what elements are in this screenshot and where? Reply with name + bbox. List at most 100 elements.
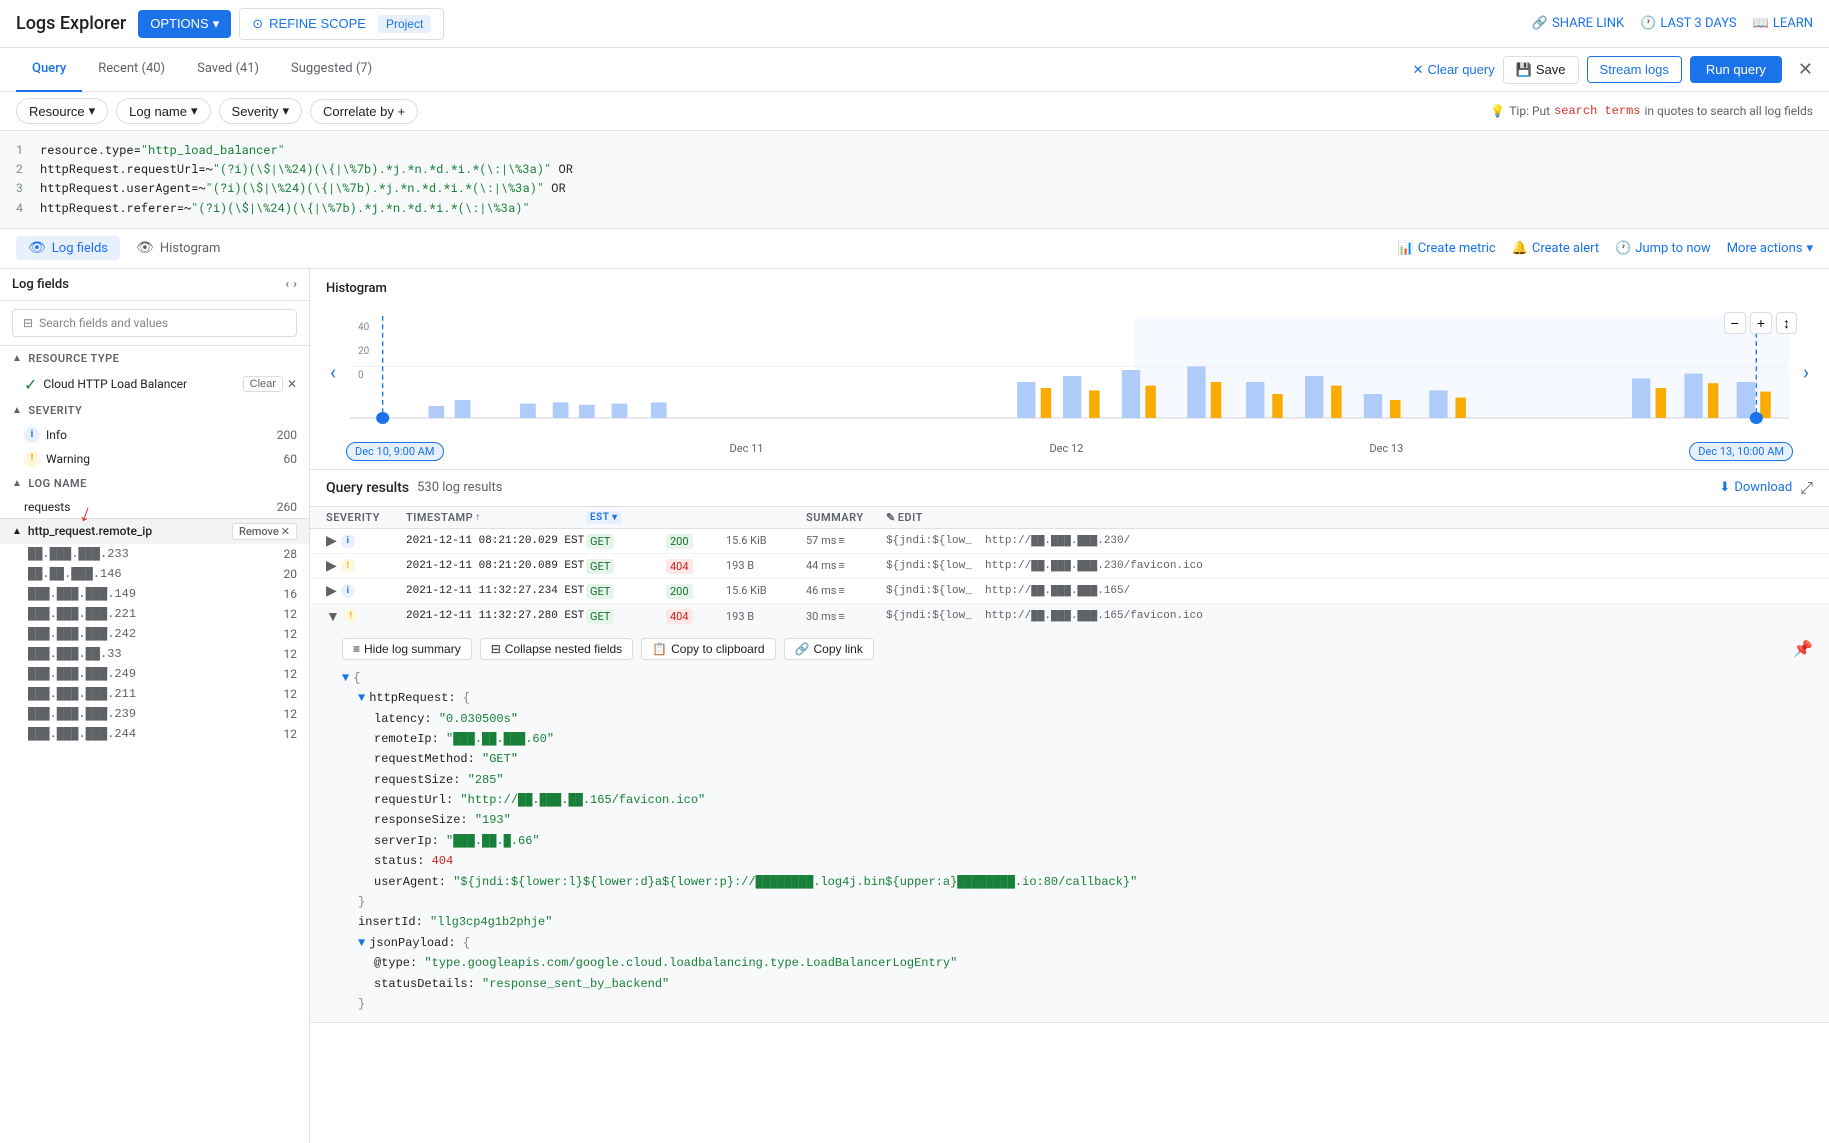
ip-list-item[interactable]: ███.███.███.24212 <box>0 624 309 644</box>
date-dec13: Dec 13 <box>1369 442 1403 461</box>
table-row[interactable]: ▶ ! 2021-12-11 08:21:20.089 EST GET 404 … <box>310 554 1829 579</box>
log-name-requests[interactable]: requests 260 <box>0 496 309 518</box>
ip-list-item[interactable]: ██.██.███.14620 <box>0 564 309 584</box>
resource-filter[interactable]: Resource ▾ <box>16 98 108 124</box>
ip-count: 12 <box>284 667 298 681</box>
copy-clipboard-button[interactable]: 📋 Copy to clipboard <box>641 638 775 660</box>
row-latency: 30 ms ≡ <box>806 610 886 623</box>
histogram-next-button[interactable]: › <box>1803 360 1809 384</box>
last-days-button[interactable]: 🕐 LAST 3 DAYS <box>1640 16 1736 31</box>
expand-row-icon[interactable]: ▶ <box>326 583 337 599</box>
remove-resource-icon[interactable]: ✕ <box>287 377 297 391</box>
share-link-button[interactable]: 🔗 SHARE LINK <box>1532 16 1624 31</box>
info-icon: i <box>24 427 40 443</box>
tab-recent[interactable]: Recent (40) <box>82 48 181 92</box>
nav-right-icon[interactable]: › <box>293 277 297 292</box>
ip-address: ███.███.███.221 <box>28 607 284 621</box>
col-edit[interactable]: ✎ EDIT <box>886 511 1813 524</box>
view-tab-log-fields[interactable]: 👁 Log fields <box>16 236 120 260</box>
resource-item[interactable]: ✓ Cloud HTTP Load Balancer Clear ✕ <box>0 371 309 398</box>
severity-info-item[interactable]: i Info 200 <box>0 423 309 447</box>
run-query-button[interactable]: Run query <box>1690 56 1782 83</box>
histogram-prev-button[interactable]: ‹ <box>330 360 336 384</box>
ip-list-item[interactable]: ██.███.███.23328 <box>0 544 309 564</box>
clear-query-button[interactable]: ✕ Clear query <box>1413 62 1495 78</box>
histogram-zoom: − + ↕ <box>1724 312 1797 334</box>
log-name-filter[interactable]: Log name ▾ <box>116 98 210 124</box>
date-start-badge[interactable]: Dec 10, 9:00 AM <box>346 442 444 461</box>
json-tree: ▼{ ▼httpRequest: { latency: "0.030500s" … <box>342 668 1813 1015</box>
expand-results-icon[interactable]: ⤢ <box>1800 478 1813 498</box>
stream-logs-button[interactable]: Stream logs <box>1587 56 1682 83</box>
options-button[interactable]: OPTIONS ▾ <box>138 10 231 38</box>
zoom-in-button[interactable]: + <box>1750 312 1772 334</box>
create-metric-button[interactable]: 📊 Create metric <box>1398 241 1496 256</box>
expand-row-icon[interactable]: ▶ <box>326 533 337 549</box>
ip-address: ██.██.███.146 <box>28 567 284 581</box>
search-fields-input[interactable]: ⊟ Search fields and values <box>12 309 297 337</box>
close-icon[interactable]: ✕ <box>1798 59 1813 80</box>
ip-list-item[interactable]: ███.███.███.14916 <box>0 584 309 604</box>
col-timestamp[interactable]: TIMESTAMP↑ <box>406 511 586 524</box>
ip-address: ███.███.██.33 <box>28 647 284 661</box>
ip-count: 20 <box>284 567 298 581</box>
zoom-out-button[interactable]: − <box>1724 312 1746 334</box>
query-editor[interactable]: 1resource.type="http_load_balancer" 2htt… <box>0 131 1829 229</box>
refine-icon: ⊙ <box>252 16 263 32</box>
tab-suggested[interactable]: Suggested (7) <box>275 48 388 92</box>
nav-left-icon[interactable]: ‹ <box>285 277 289 292</box>
ip-list-item[interactable]: ███.███.██.3312 <box>0 644 309 664</box>
zoom-reset-button[interactable]: ↕ <box>1776 312 1797 334</box>
ip-list-item[interactable]: ███.███.███.24412 <box>0 724 309 744</box>
expand-row-icon[interactable]: ▼ <box>326 608 340 625</box>
tab-saved[interactable]: Saved (41) <box>181 48 275 92</box>
create-alert-button[interactable]: 🔔 Create alert <box>1512 241 1599 256</box>
severity-header[interactable]: ▲ SEVERITY <box>0 398 309 423</box>
metric-icon: 📊 <box>1398 241 1414 256</box>
ip-list-item[interactable]: ███.███.███.22112 <box>0 604 309 624</box>
expanded-actions: ≡ Hide log summary ⊟ Collapse nested fie… <box>342 638 1813 660</box>
expand-row-icon[interactable]: ▶ <box>326 558 337 574</box>
refine-scope-button[interactable]: ⊙ REFINE SCOPE Project <box>239 8 444 40</box>
severity-icon: ! <box>341 559 355 573</box>
tab-query[interactable]: Query <box>16 48 82 92</box>
row-size: 15.6 KiB <box>726 534 806 547</box>
severity-filter[interactable]: Severity ▾ <box>219 98 303 124</box>
correlate-filter[interactable]: Correlate by + <box>310 99 418 124</box>
resource-type-header[interactable]: ▲ RESOURCE TYPE <box>0 346 309 371</box>
results-header: Query results 530 log results ⬇ Download… <box>310 470 1829 507</box>
view-tab-histogram[interactable]: 👁 Histogram <box>124 236 232 260</box>
download-button[interactable]: ⬇ Download <box>1719 480 1792 495</box>
clock-icon: 🕐 <box>1640 16 1656 31</box>
severity-icon: i <box>341 584 355 598</box>
log-name-header[interactable]: ▲ LOG NAME <box>0 471 309 496</box>
remove-field-button[interactable]: Remove ✕ <box>232 523 297 540</box>
ip-address: ███.███.███.211 <box>28 687 284 701</box>
expand-icon[interactable]: ▼ <box>342 671 349 685</box>
ip-list-item[interactable]: ███.███.███.24912 <box>0 664 309 684</box>
learn-button[interactable]: 📖 LEARN <box>1753 16 1813 31</box>
jump-now-button[interactable]: 🕐 Jump to now <box>1615 241 1711 256</box>
filter-bar: Resource ▾ Log name ▾ Severity ▾ Correla… <box>0 92 1829 131</box>
row-status: 404 <box>666 559 726 573</box>
field-remote-ip-section: ↓ ▲ http_request.remote_ip Remove ✕ ██.█… <box>0 518 309 744</box>
pin-button[interactable]: 📌 <box>1793 639 1813 659</box>
date-end-badge[interactable]: Dec 13, 10:00 AM <box>1689 442 1793 461</box>
collapse-fields-button[interactable]: ⊟ Collapse nested fields <box>480 638 633 660</box>
severity-warning-item[interactable]: ! Warning 60 <box>0 447 309 471</box>
field-remote-ip-header[interactable]: ▲ http_request.remote_ip Remove ✕ <box>0 519 309 544</box>
expand-icon[interactable]: ▼ <box>358 691 365 705</box>
save-button[interactable]: 💾 Save <box>1503 56 1579 84</box>
bar-icon: ≡ <box>838 534 844 547</box>
more-actions-button[interactable]: More actions ▾ <box>1727 241 1813 256</box>
app-title: Logs Explorer <box>16 13 126 34</box>
table-row[interactable]: ▶ i 2021-12-11 08:21:20.029 EST GET 200 … <box>310 529 1829 554</box>
copy-link-button[interactable]: 🔗 Copy link <box>784 638 874 660</box>
table-row[interactable]: ▼ ! 2021-12-11 11:32:27.280 EST GET 404 … <box>310 604 1829 630</box>
table-row[interactable]: ▶ i 2021-12-11 11:32:27.234 EST GET 200 … <box>310 579 1829 604</box>
clear-resource-button[interactable]: Clear <box>243 376 283 392</box>
ip-list-item[interactable]: ███.███.███.21112 <box>0 684 309 704</box>
expand-icon[interactable]: ▼ <box>358 936 365 950</box>
hide-log-summary-button[interactable]: ≡ Hide log summary <box>342 638 472 660</box>
ip-list-item[interactable]: ███.███.███.23912 <box>0 704 309 724</box>
